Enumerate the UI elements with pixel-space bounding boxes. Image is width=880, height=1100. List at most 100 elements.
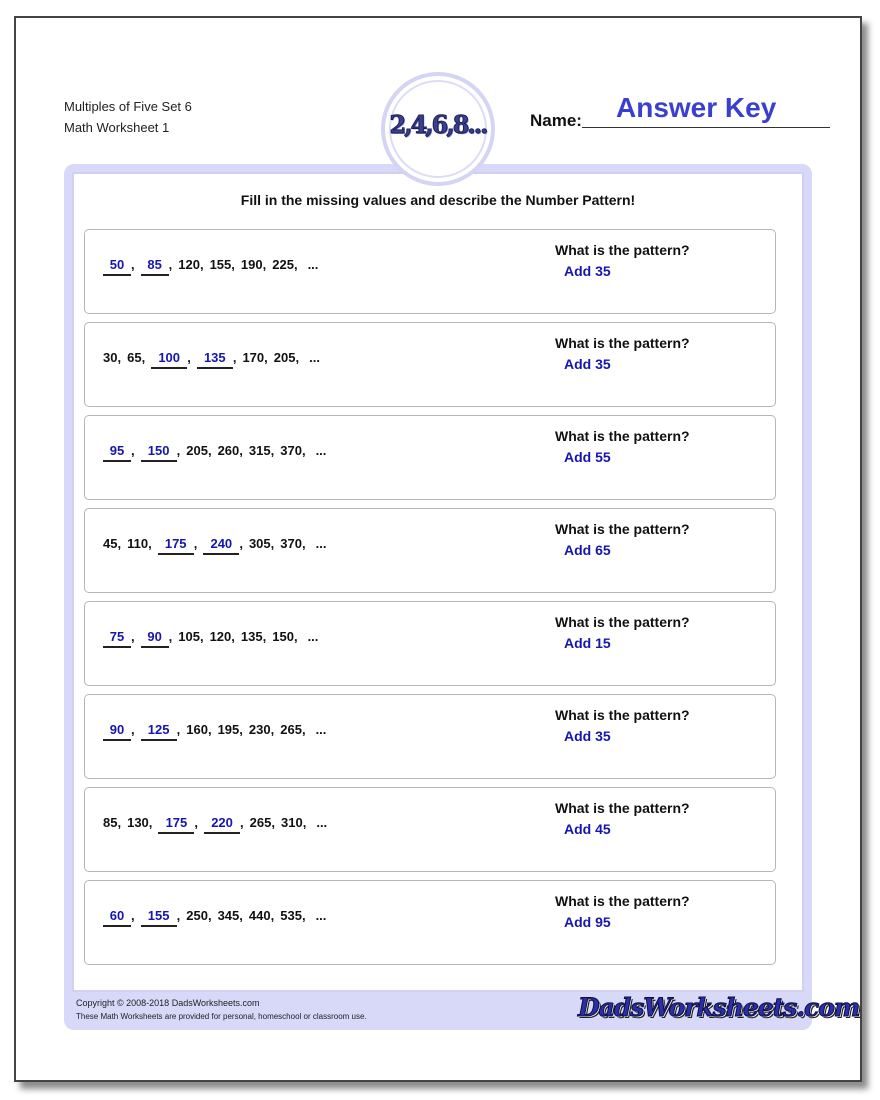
pattern-answer[interactable]: Add 35	[564, 728, 611, 744]
comma: ,	[295, 350, 300, 365]
sequence-term: 265	[249, 815, 272, 830]
comma: ,	[207, 722, 212, 737]
comma: ,	[117, 350, 122, 365]
comma: ,	[148, 815, 153, 830]
number-sequence: 95, 150, 205, 260, 315, 370,...	[103, 442, 326, 462]
comma: ,	[262, 629, 267, 644]
problem-4: 45, 110, 175, 240, 305, 370,... What is the pa…	[84, 508, 776, 593]
problem-1: 50, 85, 120, 155, 190, 225,... What is the pat…	[84, 229, 776, 314]
sequence-logo-icon: 2,4,6,8...	[389, 110, 489, 140]
sequence-term: 315	[248, 443, 271, 458]
sequence-term: 310	[281, 815, 303, 830]
number-sequence: 30, 65, 100, 135, 170, 205,...	[103, 349, 320, 369]
number-sequence: 90, 125, 160, 195, 230, 265,...	[103, 721, 326, 741]
sequence-term: 370	[280, 443, 302, 458]
pattern-answer[interactable]: Add 35	[564, 356, 611, 372]
pattern-answer[interactable]: Add 55	[564, 449, 611, 465]
answer-blank[interactable]: 175	[158, 814, 195, 834]
instructions: Fill in the missing values and describe …	[240, 192, 636, 208]
sequence-term: 250	[186, 908, 208, 923]
sequence-term: 230	[248, 722, 271, 737]
comma: ,	[131, 908, 135, 923]
comma: ,	[207, 443, 212, 458]
sequence-term: 120	[178, 257, 200, 272]
comma: ,	[264, 350, 268, 365]
comma: ,	[270, 722, 275, 737]
ellipsis: ...	[315, 722, 327, 737]
answer-blank[interactable]: 155	[140, 907, 177, 927]
problem-5: 75, 90, 105, 120, 135, 150,... What is the pat…	[84, 601, 776, 686]
number-sequence: 60, 155, 250, 345, 440, 535,...	[103, 907, 326, 927]
number-sequence: 50, 85, 120, 155, 190, 225,...	[103, 256, 318, 276]
comma: ,	[239, 536, 243, 551]
sequence-term: 30	[103, 350, 118, 365]
answer-blank[interactable]: 95	[103, 442, 131, 462]
pattern-answer[interactable]: Add 35	[564, 263, 611, 279]
sequence-term: 85	[103, 815, 118, 830]
comma: ,	[131, 722, 135, 737]
comma: ,	[232, 350, 237, 365]
pattern-question: What is the pattern?	[555, 242, 690, 258]
sequence-term: 110	[127, 536, 149, 551]
answer-blank[interactable]: 150	[140, 442, 177, 462]
sequence-term: 195	[217, 722, 240, 737]
answer-blank[interactable]: 90	[103, 721, 131, 741]
sequence-term: 345	[217, 908, 240, 923]
comma: ,	[239, 443, 243, 458]
comma: ,	[231, 629, 235, 644]
sequence-term: 170	[242, 350, 265, 365]
pattern-answer[interactable]: Add 95	[564, 914, 611, 930]
title-line-2: Math Worksheet 1	[64, 120, 170, 135]
comma: ,	[176, 722, 181, 737]
pattern-answer[interactable]: Add 15	[564, 635, 611, 651]
answer-blank[interactable]: 240	[203, 535, 240, 555]
answer-blank[interactable]: 125	[140, 721, 177, 741]
answer-blank[interactable]: 135	[196, 349, 233, 369]
sequence-term: 370	[280, 536, 302, 551]
name-label: Name:	[530, 111, 582, 130]
answer-blank[interactable]: 100	[151, 349, 188, 369]
problem-6: 90, 125, 160, 195, 230, 265,... What is the pa…	[84, 694, 776, 779]
ellipsis: ...	[307, 629, 319, 644]
sequence-term: 305	[248, 536, 271, 551]
answer-blank[interactable]: 50	[103, 256, 131, 276]
comma: ,	[207, 908, 212, 923]
comma: ,	[168, 629, 173, 644]
comma: ,	[117, 536, 122, 551]
problem-7: 85, 130, 175, 220, 265, 310,... What is the pa…	[84, 787, 776, 872]
sequence-term: 190	[240, 257, 263, 272]
answer-blank[interactable]: 220	[204, 814, 241, 834]
answer-blank[interactable]: 75	[103, 628, 131, 648]
answer-blank[interactable]: 60	[103, 907, 131, 927]
number-sequence: 45, 110, 175, 240, 305, 370,...	[103, 535, 326, 555]
comma: ,	[239, 908, 243, 923]
sequence-term: 135	[240, 629, 263, 644]
answer-blank[interactable]: 90	[140, 628, 169, 648]
title-line-1: Multiples of Five Set 6	[64, 99, 192, 114]
comma: ,	[117, 815, 122, 830]
sequence-term: 205	[273, 350, 296, 365]
problem-3: 95, 150, 205, 260, 315, 370,... What is the pa…	[84, 415, 776, 500]
sequence-term: 205	[186, 443, 208, 458]
ellipsis: ...	[315, 536, 327, 551]
comma: ,	[176, 443, 181, 458]
sequence-term: 105	[178, 629, 200, 644]
number-sequence: 85, 130, 175, 220, 265, 310,...	[103, 814, 327, 834]
pattern-answer[interactable]: Add 65	[564, 542, 611, 558]
number-sequence: 75, 90, 105, 120, 135, 150,...	[103, 628, 318, 648]
sequence-term: 120	[209, 629, 232, 644]
sequence-term: 160	[186, 722, 208, 737]
comma: ,	[270, 443, 275, 458]
comma: ,	[301, 908, 306, 923]
sequence-term: 45	[103, 536, 118, 551]
comma: ,	[194, 815, 199, 830]
comma: ,	[131, 629, 135, 644]
answer-blank[interactable]: 85	[140, 256, 169, 276]
sequence-logo-badge: 2,4,6,8...	[381, 72, 495, 186]
answer-blank[interactable]: 175	[157, 535, 194, 555]
comma: ,	[176, 908, 181, 923]
pattern-answer[interactable]: Add 45	[564, 821, 611, 837]
name-value: Answer Key	[616, 92, 777, 123]
ellipsis: ...	[315, 908, 327, 923]
comma: ,	[262, 257, 267, 272]
